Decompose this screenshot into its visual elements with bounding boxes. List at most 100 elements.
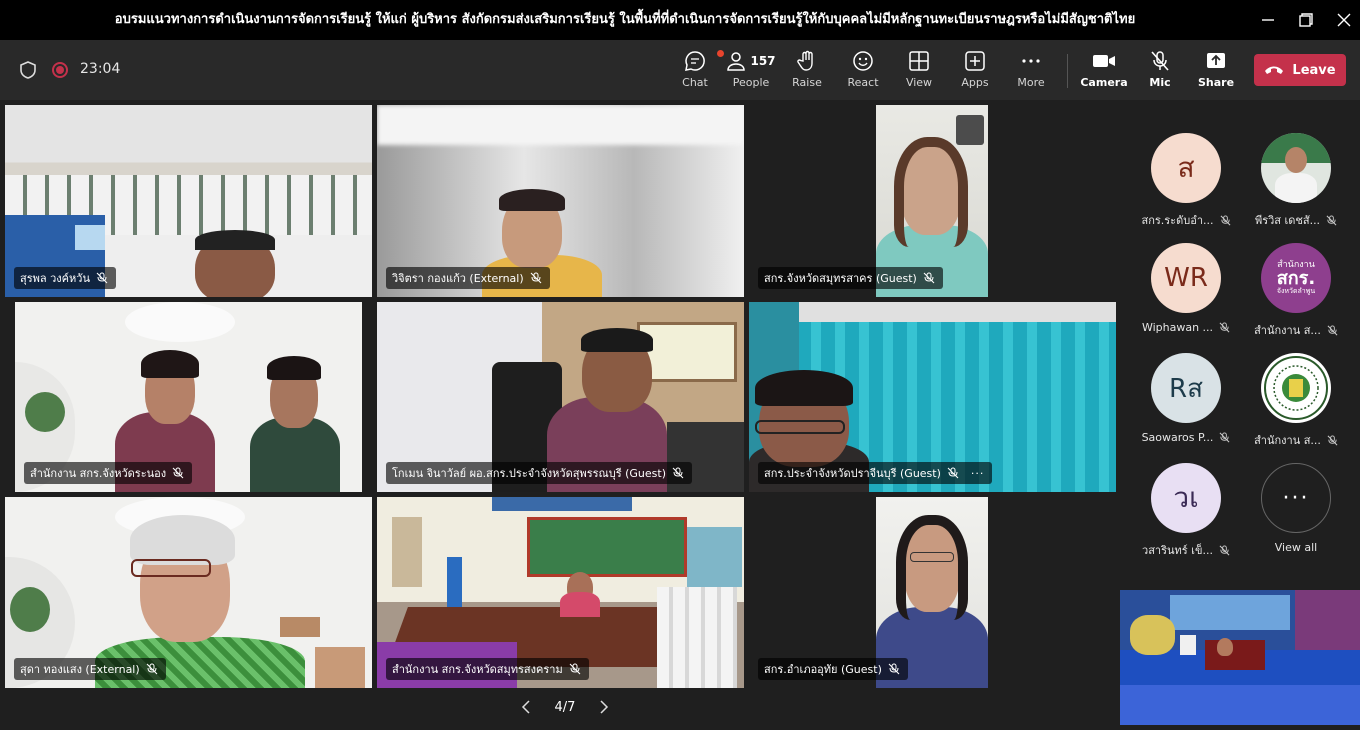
more-button[interactable]: More bbox=[1003, 48, 1059, 94]
roster-participant[interactable]: Rส Saowaros P... bbox=[1131, 353, 1241, 463]
participant-name: สุรพล วงค์หวัน bbox=[20, 272, 90, 285]
roster-participant[interactable]: วเ วสารินทร์ เข็... bbox=[1131, 463, 1241, 573]
gallery-pager: 4/7 bbox=[520, 696, 610, 718]
apps-button[interactable]: Apps bbox=[947, 48, 1003, 94]
meeting-timer: 23:04 bbox=[80, 61, 121, 77]
participant-name-chip: สุรพล วงค์หวัน bbox=[14, 267, 116, 289]
seal-logo-icon bbox=[1264, 356, 1328, 420]
mic-off-icon bbox=[1151, 51, 1169, 71]
video-tile[interactable]: สกร.ประจำจังหวัดปราจีนบุรี (Guest) ··· bbox=[749, 302, 1116, 492]
title-bar: อบรมแนวทางการดำเนินงานการจัดการเรียนรู้ … bbox=[0, 0, 1360, 40]
more-label: More bbox=[1017, 76, 1045, 89]
avatar-logo: สำนักงาน สกร. จังหวัดลำพูน bbox=[1261, 243, 1331, 313]
mic-off-icon bbox=[530, 272, 542, 284]
participant-name: สกร.อำเภออุทัย (Guest) bbox=[764, 663, 882, 676]
shield-icon[interactable] bbox=[18, 60, 38, 80]
camera-icon bbox=[1093, 55, 1115, 67]
video-tile[interactable]: สุดา ทองแสง (External) bbox=[5, 497, 372, 688]
ellipsis-icon: ··· bbox=[1261, 463, 1331, 533]
participant-name: สำนักงาน สกร.จังหวัดระนอง bbox=[30, 467, 167, 480]
people-count: 157 bbox=[750, 54, 776, 68]
chat-label: Chat bbox=[682, 76, 708, 89]
raise-hand-button[interactable]: Raise bbox=[779, 48, 835, 94]
apps-label: Apps bbox=[961, 76, 989, 89]
view-all-label: View all bbox=[1274, 541, 1318, 554]
video-tile[interactable]: สุรพล วงค์หวัน bbox=[5, 105, 372, 297]
minimize-icon bbox=[1262, 19, 1274, 21]
participant-name: สกร.จังหวัดสมุทรสาคร (Guest) bbox=[764, 272, 917, 285]
roster-name: วสารินทร์ เข็... bbox=[1142, 544, 1213, 557]
video-tile[interactable]: สกร.จังหวัดสมุทรสาคร (Guest) bbox=[749, 105, 1116, 297]
share-button[interactable]: Share bbox=[1188, 48, 1244, 94]
camera-label: Camera bbox=[1080, 76, 1128, 89]
video-tile[interactable]: สำนักงาน สกร.จังหวัดสมุทรสงคราม bbox=[377, 497, 744, 688]
people-icon bbox=[727, 52, 746, 71]
video-tile[interactable]: สำนักงาน สกร.จังหวัดระนอง bbox=[15, 302, 362, 492]
roster-name: Saowaros P... bbox=[1141, 431, 1214, 444]
avatar-photo bbox=[1261, 133, 1331, 203]
roster-participant[interactable]: WR Wiphawan ... bbox=[1131, 243, 1241, 353]
mic-off-icon bbox=[1326, 214, 1337, 225]
roster-participant[interactable]: พีรวิส เดชสั... bbox=[1241, 133, 1351, 243]
chevron-left-icon[interactable] bbox=[520, 700, 532, 714]
meeting-toolbar: 23:04 Chat 157 People Raise React View A… bbox=[0, 40, 1360, 100]
smiley-icon bbox=[853, 51, 873, 71]
mic-button[interactable]: Mic bbox=[1132, 48, 1188, 94]
hang-up-icon bbox=[1265, 66, 1284, 74]
participant-name: วิจิตรา กองแก้ว (External) bbox=[392, 272, 524, 285]
view-button[interactable]: View bbox=[891, 48, 947, 94]
mic-off-icon bbox=[672, 467, 684, 479]
participant-name-chip: สำนักงาน สกร.จังหวัดระนอง bbox=[24, 462, 193, 484]
video-tile[interactable]: โกเมน จินาวัลย์ ผอ.สกร.ประจำจังหวัดสุพรร… bbox=[377, 302, 744, 492]
logo-title: สกร. bbox=[1276, 268, 1316, 289]
chat-icon bbox=[685, 51, 705, 71]
leave-button[interactable]: Leave bbox=[1254, 54, 1346, 86]
close-button[interactable] bbox=[1320, 0, 1360, 40]
people-button[interactable]: 157 People bbox=[723, 48, 779, 94]
people-label: People bbox=[732, 76, 770, 89]
mic-off-icon bbox=[172, 467, 184, 479]
avatar: Rส bbox=[1151, 353, 1221, 423]
react-label: React bbox=[847, 76, 879, 89]
mic-off-icon bbox=[888, 663, 900, 675]
participant-name: สกร.ประจำจังหวัดปราจีนบุรี (Guest) bbox=[764, 467, 941, 480]
roster-name: สกร.ระดับอำ... bbox=[1141, 214, 1214, 227]
react-button[interactable]: React bbox=[835, 48, 891, 94]
chevron-right-icon[interactable] bbox=[598, 700, 610, 714]
mic-off-icon bbox=[1219, 544, 1230, 555]
roster-participant[interactable]: ส สกร.ระดับอำ... bbox=[1131, 133, 1241, 243]
roster-name: พีรวิส เดชสั... bbox=[1254, 214, 1321, 227]
share-icon bbox=[1207, 53, 1225, 68]
roster-participant[interactable]: สำนักงาน ส... bbox=[1241, 353, 1351, 463]
ellipsis-icon bbox=[1022, 59, 1040, 63]
camera-button[interactable]: Camera bbox=[1076, 48, 1132, 94]
avatar: ส bbox=[1151, 133, 1221, 203]
avatar: วเ bbox=[1151, 463, 1221, 533]
avatar: WR bbox=[1151, 243, 1221, 313]
mic-off-icon bbox=[96, 272, 108, 284]
roster-participant[interactable]: สำนักงาน สกร. จังหวัดลำพูน สำนักงาน ส... bbox=[1241, 243, 1351, 353]
participant-name: โกเมน จินาวัลย์ ผอ.สกร.ประจำจังหวัดสุพรร… bbox=[392, 467, 666, 480]
recording-icon bbox=[52, 62, 68, 78]
tile-more-icon[interactable]: ··· bbox=[971, 467, 985, 480]
self-view-video[interactable] bbox=[1120, 590, 1360, 725]
video-tile[interactable]: วิจิตรา กองแก้ว (External) bbox=[377, 105, 744, 297]
view-label: View bbox=[905, 76, 933, 89]
participant-name-chip: สุดา ทองแสง (External) bbox=[14, 658, 166, 680]
participant-name: สำนักงาน สกร.จังหวัดสมุทรสงคราม bbox=[392, 663, 563, 676]
toolbar-divider bbox=[1067, 54, 1068, 88]
raise-label: Raise bbox=[792, 76, 822, 89]
participant-name-chip: สำนักงาน สกร.จังหวัดสมุทรสงคราม bbox=[386, 658, 589, 680]
participant-name-chip: วิจิตรา กองแก้ว (External) bbox=[386, 267, 550, 289]
close-icon bbox=[1337, 13, 1351, 27]
video-tile[interactable]: สกร.อำเภออุทัย (Guest) bbox=[749, 497, 1116, 688]
chat-button[interactable]: Chat bbox=[667, 48, 724, 94]
meeting-title: อบรมแนวทางการดำเนินงานการจัดการเรียนรู้ … bbox=[114, 12, 1136, 27]
logo-subtitle: จังหวัดลำพูน bbox=[1276, 287, 1316, 295]
view-all-button[interactable]: ··· View all bbox=[1241, 463, 1351, 573]
participant-name-chip: สกร.จังหวัดสมุทรสาคร (Guest) bbox=[758, 267, 943, 289]
mic-off-icon bbox=[1219, 322, 1230, 333]
mic-off-icon bbox=[1219, 432, 1230, 443]
plus-square-icon bbox=[965, 51, 985, 71]
mic-off-icon bbox=[1327, 324, 1338, 335]
